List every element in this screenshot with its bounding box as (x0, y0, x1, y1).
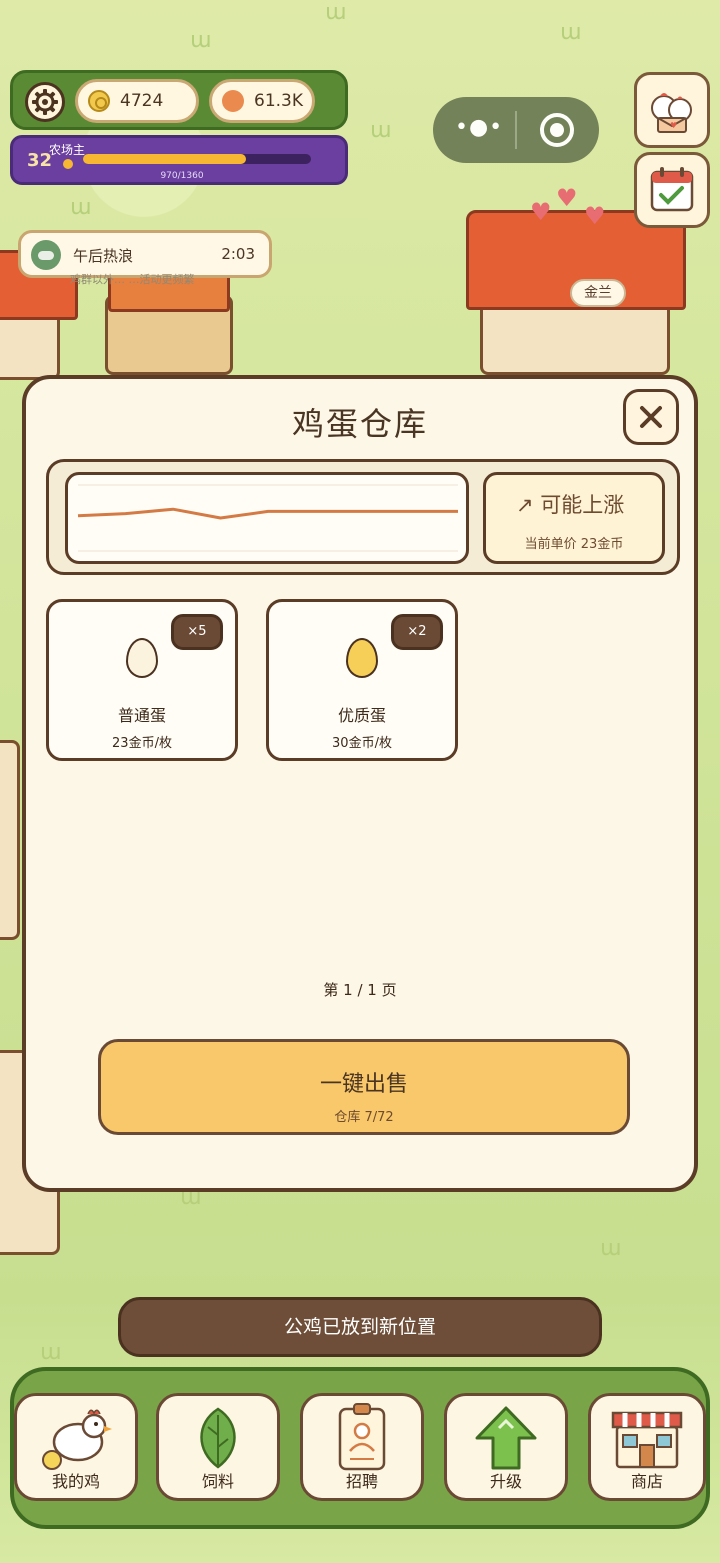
nav-label: 商店 (630, 1472, 663, 1491)
nav-recruit[interactable]: 招聘 (300, 1393, 424, 1501)
xp-progress-fill (83, 154, 246, 164)
heart-icon: ♥ (584, 202, 606, 230)
egg-price: 23金币/枚 (112, 736, 172, 751)
egg-count-badge: ×2 (391, 614, 443, 650)
gold-amount: 4724 (120, 91, 164, 111)
gem-amount: 61.3K (254, 91, 303, 111)
level-dot-icon (63, 159, 73, 169)
nav-upgrade[interactable]: 升级 (444, 1393, 568, 1501)
grass-decoration: ɯ (40, 1340, 62, 1365)
building-name-tag: 金兰 (570, 279, 626, 307)
toast-message: 公鸡已放到新位置 (118, 1297, 602, 1357)
resource-bar: 4724 61.3K (10, 70, 348, 130)
egg-card-premium[interactable]: ×2 优质蛋 30金币/枚 (266, 599, 458, 761)
close-button[interactable] (623, 389, 679, 445)
chicken-icon (42, 1409, 112, 1470)
coop-building[interactable] (0, 740, 20, 940)
gem-counter[interactable]: 61.3K (209, 79, 315, 123)
nav-label: 招聘 (345, 1472, 378, 1491)
level-title: 农场主 (49, 143, 86, 157)
grass-decoration: ɯ (370, 118, 392, 143)
calendar-check-icon (650, 167, 694, 212)
storage-capacity: 仓库 7/72 (334, 1110, 394, 1125)
more-menu-icon[interactable]: •●• (455, 115, 503, 140)
nav-my-chickens[interactable]: 我的鸡 (14, 1393, 138, 1501)
event-timer: 2:03 (221, 245, 255, 263)
grass-decoration: ɯ (600, 1236, 622, 1261)
premium-egg-icon (346, 638, 378, 678)
egg-count-badge: ×5 (171, 614, 223, 650)
chicken-mail-icon: ♥ (651, 93, 692, 133)
event-name: 午后热浪 (73, 247, 134, 265)
normal-egg-icon (126, 638, 158, 678)
egg-name: 普通蛋 (117, 706, 166, 725)
leaf-icon (200, 1407, 236, 1469)
level-bar[interactable]: 32 农场主 970/1360 (10, 135, 348, 185)
nav-label: 饲料 (201, 1472, 234, 1491)
nav-shop[interactable]: 商店 (588, 1393, 706, 1501)
heart-icon: ♥ (556, 184, 578, 212)
checkin-button[interactable] (634, 152, 710, 228)
nav-label: 我的鸡 (51, 1472, 100, 1491)
current-price: 当前单价 23金币 (524, 537, 624, 552)
gem-icon (222, 90, 244, 112)
trend-line-svg (77, 484, 458, 552)
egg-price: 30金币/枚 (332, 736, 392, 751)
coin-icon (88, 90, 110, 112)
xp-text: 970/1360 (160, 171, 204, 181)
nav-label: 升级 (489, 1472, 522, 1491)
grass-decoration: ɯ (560, 20, 582, 45)
price-trend-panel: ↗ 可能上涨 当前单价 23金币 (46, 459, 680, 575)
page-indicator: 第 1 / 1 页 (323, 981, 397, 999)
modal-title: 鸡蛋仓库 (291, 405, 428, 443)
shop-icon (611, 1411, 683, 1469)
grass-decoration: ɯ (70, 195, 92, 220)
price-trend-chart (65, 472, 469, 564)
gear-icon (32, 89, 58, 115)
bottom-nav: 我的鸡 饲料 招聘 升级 商店 (10, 1367, 710, 1529)
cloud-icon (31, 240, 61, 270)
heart-icon: ♥ (530, 198, 552, 226)
miniprogram-capsule: •●• (433, 97, 599, 163)
xp-progress-track (83, 154, 311, 164)
grass-decoration: ɯ (190, 28, 212, 53)
close-miniprogram-icon[interactable] (540, 113, 574, 147)
gold-counter[interactable]: 4724 (75, 79, 199, 123)
price-trend-line (77, 507, 458, 520)
trend-forecast-badge: ↗ 可能上涨 当前单价 23金币 (483, 472, 665, 564)
trend-forecast-label: ↗ 可能上涨 (516, 493, 625, 517)
capsule-divider (515, 111, 517, 149)
settings-button[interactable] (25, 82, 65, 122)
sell-all-label: 一键出售 (319, 1072, 408, 1097)
sell-all-button[interactable]: 一键出售 仓库 7/72 (98, 1039, 630, 1135)
egg-warehouse-modal: 鸡蛋仓库 ↗ 可能上涨 当前单价 23金币 ×5 普通蛋 23金币/枚 ×2 优… (22, 375, 698, 1192)
egg-name: 优质蛋 (337, 706, 386, 725)
nav-feed[interactable]: 饲料 (156, 1393, 280, 1501)
grass-decoration: ɯ (325, 0, 347, 25)
svg-text:♥: ♥ (670, 121, 677, 130)
arrow-up-icon (475, 1406, 537, 1470)
mail-button[interactable]: ♥ (634, 72, 710, 148)
badge-icon (338, 1403, 386, 1471)
close-icon (640, 406, 662, 428)
egg-card-normal[interactable]: ×5 普通蛋 23金币/枚 (46, 599, 238, 761)
event-description: 鸡群以外… …活动更频繁 (70, 273, 195, 286)
